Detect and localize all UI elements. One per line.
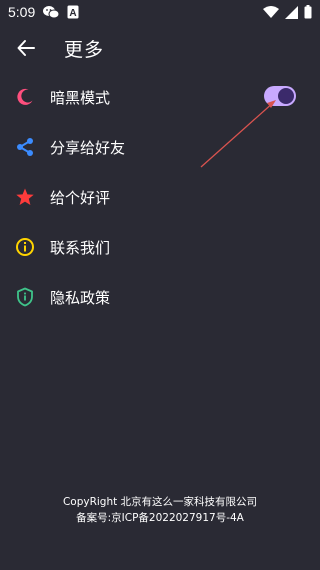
menu-item-label: 分享给好友: [50, 138, 126, 157]
signal-icon: [285, 5, 298, 19]
toggle-knob: [278, 88, 294, 104]
moon-icon: [14, 86, 36, 108]
info-icon: [14, 236, 36, 258]
wifi-icon: [263, 5, 279, 19]
menu-item-label: 给个好评: [50, 188, 111, 207]
a-icon: A: [67, 5, 79, 19]
menu-item-share[interactable]: 分享给好友: [0, 122, 320, 172]
wechat-icon: [43, 5, 60, 19]
star-icon: [14, 186, 36, 208]
status-bar: 5:09 A: [0, 0, 320, 24]
page-title: 更多: [64, 38, 105, 61]
menu-item-contact[interactable]: 联系我们: [0, 222, 320, 272]
menu-item-label: 隐私政策: [50, 288, 111, 307]
battery-icon: [304, 5, 312, 19]
dark-mode-toggle[interactable]: [264, 86, 296, 106]
status-right: [263, 5, 312, 19]
share-icon: [14, 136, 36, 158]
status-time: 5:09: [8, 4, 36, 20]
icp-text: 备案号:京ICP备2022027917号-4A: [76, 512, 244, 524]
menu-item-privacy[interactable]: 隐私政策: [0, 272, 320, 322]
menu-item-label: 联系我们: [50, 238, 111, 257]
status-left: 5:09 A: [8, 4, 79, 20]
copyright-text: CopyRight 北京有这么一家科技有限公司: [62, 496, 258, 508]
menu-item-label: 暗黑模式: [50, 88, 111, 107]
footer: CopyRight 北京有这么一家科技有限公司 备案号:京ICP备2022027…: [0, 494, 320, 526]
svg-text:A: A: [70, 8, 77, 19]
settings-menu: 暗黑模式 分享给好友 给个好评 联系我们 隐私政策: [0, 72, 320, 322]
arrow-left-icon: [17, 39, 35, 57]
back-button[interactable]: [6, 28, 46, 68]
shield-icon: [14, 286, 36, 308]
menu-item-dark-mode[interactable]: 暗黑模式: [0, 72, 320, 122]
app-bar: 更多: [0, 24, 320, 72]
menu-item-rate[interactable]: 给个好评: [0, 172, 320, 222]
